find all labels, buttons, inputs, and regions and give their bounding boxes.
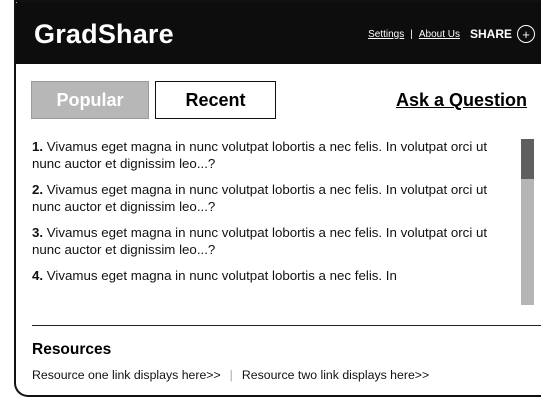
top-nav: Settings | About Us SHARE + [368,25,535,43]
resource-separator: | [229,368,233,382]
question-item[interactable]: 3. Vivamus eget magna in nunc volutpat l… [32,224,515,258]
section-divider [32,325,541,326]
top-bar: GradShare Settings | About Us SHARE + [16,2,541,64]
question-scrollbar[interactable] [521,139,534,305]
resource-two-link[interactable]: Resource two link displays here>> [242,368,429,382]
brand-logo[interactable]: GradShare [34,19,174,50]
resources-heading: Resources [32,341,112,358]
question-number: 3. [32,225,44,240]
question-item[interactable]: 1. Vivamus eget magna in nunc volutpat l… [32,138,515,172]
question-item[interactable]: 2. Vivamus eget magna in nunc volutpat l… [32,181,515,215]
settings-link[interactable]: Settings [368,29,404,40]
resources-links: Resource one link displays here>> | Reso… [32,368,429,382]
question-text: Vivamus eget magna in nunc volutpat lobo… [32,225,488,257]
app-frame: GradShare Settings | About Us SHARE + Po… [14,0,541,397]
question-text: Vivamus eget magna in nunc volutpat lobo… [32,182,488,214]
share-label[interactable]: SHARE [470,27,512,41]
nav-separator: | [410,28,413,40]
scrollbar-thumb[interactable] [521,139,534,179]
question-list: 1. Vivamus eget magna in nunc volutpat l… [32,138,515,308]
tab-popular[interactable]: Popular [31,81,149,119]
resource-one-link[interactable]: Resource one link displays here>> [32,368,221,382]
about-us-link[interactable]: About Us [419,29,460,40]
question-number: 4. [32,268,44,283]
ask-question-link[interactable]: Ask a Question [396,90,527,111]
question-number: 1. [32,139,44,154]
plus-circle-icon[interactable]: + [517,25,535,43]
question-text: Vivamus eget magna in nunc volutpat lobo… [43,268,397,283]
question-text: Vivamus eget magna in nunc volutpat lobo… [32,139,488,171]
question-number: 2. [32,182,44,197]
question-item[interactable]: 4. Vivamus eget magna in nunc volutpat l… [32,267,515,284]
tab-recent[interactable]: Recent [155,81,276,119]
